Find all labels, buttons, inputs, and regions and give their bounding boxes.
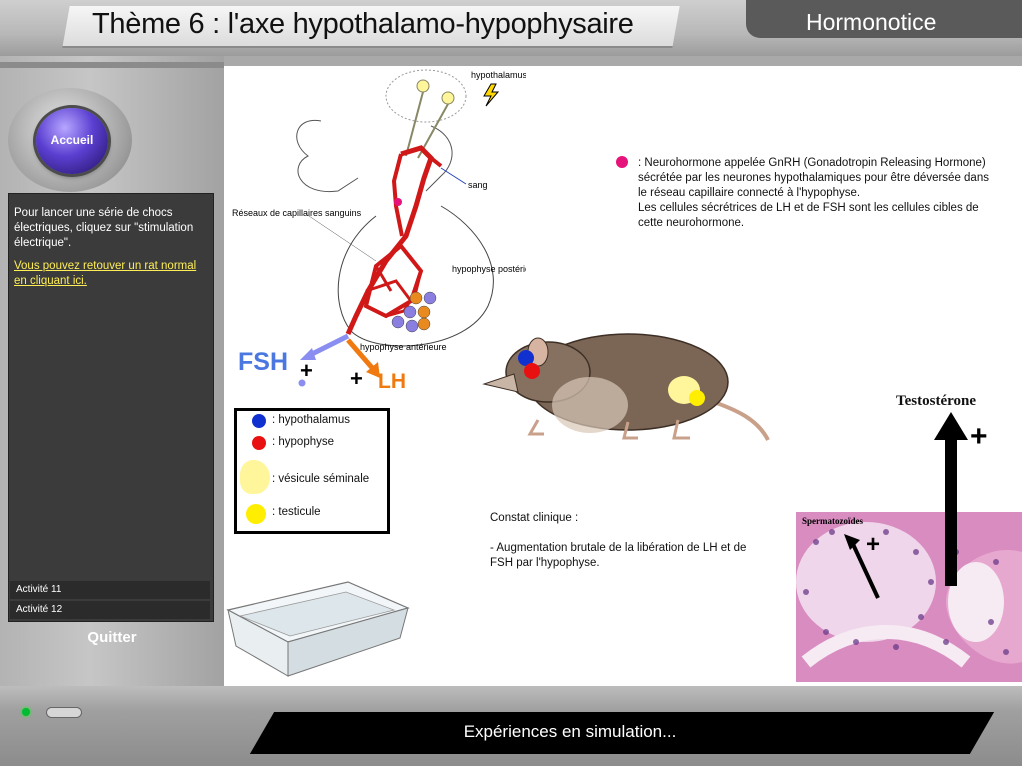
- lh-plus-sign: +: [350, 366, 363, 391]
- gnrh-note: : Neurohormone appelée GnRH (Gonadotropi…: [638, 156, 998, 231]
- fsh-plus-sign: +: [300, 358, 313, 383]
- gnrh-legend-dot: [616, 156, 628, 168]
- testosterone-arrow: +: [934, 412, 988, 586]
- fsh-label: FSH: [238, 348, 288, 376]
- sperm-plus-sign: +: [866, 531, 880, 558]
- label-hypothalamus: hypothalamus: [471, 70, 526, 80]
- rat-illustration: [482, 333, 770, 441]
- rat-hypophyse-marker: [524, 363, 540, 379]
- legend-vesicule-swatch: [240, 460, 270, 494]
- legend-testicule-swatch: [246, 504, 266, 524]
- toggle-pill-button[interactable]: [46, 707, 82, 718]
- status-led-icon: [22, 708, 30, 716]
- lh-label: LH: [378, 370, 406, 393]
- legend-vesicule-label: : vésicule séminale: [272, 473, 370, 485]
- activity-11-button[interactable]: Activité 11: [10, 581, 210, 599]
- label-reseaux-capillaires: Réseaux de capillaires sanguins: [232, 208, 362, 218]
- constat-heading: Constat clinique :: [490, 512, 579, 524]
- rat-tray-icon: [226, 581, 410, 677]
- neuron-icon: [416, 79, 430, 93]
- neuron-icon: [441, 91, 455, 105]
- testosterone-label: Testostérone: [896, 393, 976, 409]
- legend-hypothalamus-swatch: [252, 414, 266, 428]
- constat-body: - Augmentation brutale de la libération …: [490, 542, 747, 569]
- activity-12-button[interactable]: Activité 12: [10, 601, 210, 619]
- lightning-icon: [483, 83, 500, 107]
- sperm-label: Spermatozoïdes: [802, 516, 863, 526]
- brand-name: Hormonotice: [806, 9, 937, 35]
- status-text: Expériences en simulation...: [463, 722, 677, 741]
- page-title: Thème 6 : l'axe hypothalamo-hypophysaire: [92, 8, 634, 40]
- legend-hypothalamus-label: : hypothalamus: [272, 414, 350, 426]
- constat-clinique: Constat clinique : - Augmentation brutal…: [490, 511, 750, 571]
- reset-rat-link[interactable]: Vous pouvez retouver un rat normal en cl…: [14, 259, 210, 289]
- instructions-text: Pour lancer une série de chocs électriqu…: [14, 207, 194, 249]
- label-hypophyse-posterieure: hypophyse postérieure: [452, 264, 526, 274]
- legend-testicule-label: : testicule: [272, 506, 321, 518]
- instructions-panel: [8, 193, 214, 622]
- fsh-molecule: [298, 379, 306, 387]
- testosterone-plus-sign: +: [970, 420, 988, 453]
- legend-hypophyse-swatch: [252, 436, 266, 450]
- legend-hypophyse-label: : hypophyse: [272, 436, 335, 448]
- home-button-label[interactable]: Accueil: [36, 133, 108, 147]
- quit-button[interactable]: Quitter: [60, 629, 164, 646]
- gnrh-note-body: Neurohormone appelée GnRH (Gonadotropin …: [638, 157, 989, 229]
- label-hypophyse-anterieure: hypophyse antérieure: [360, 342, 447, 352]
- sidebar-stripe: [0, 62, 224, 68]
- rat-testicule-marker: [689, 390, 705, 406]
- label-sang: sang: [468, 180, 488, 190]
- gnrh-marker: [394, 198, 402, 206]
